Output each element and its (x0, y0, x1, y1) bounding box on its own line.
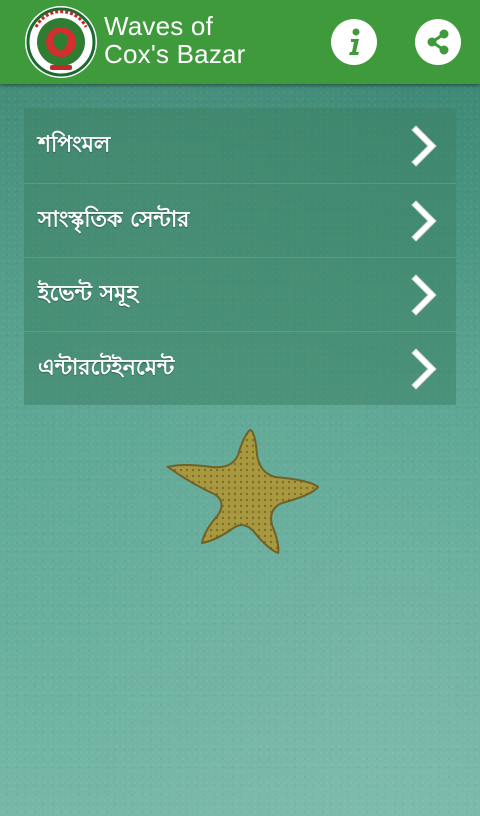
info-button[interactable] (331, 19, 377, 65)
menu-item-cultural-center[interactable]: সাংস্কৃতিক সেন্টার (24, 183, 456, 257)
menu-item-events[interactable]: ইভেন্ট সমূহ (24, 257, 456, 331)
app-title: Waves of Cox's Bazar (104, 12, 246, 68)
category-menu: শপিংমল সাংস্কৃতিক সেন্টার ইভেন্ট সমূহ এন… (24, 108, 456, 405)
menu-item-label: সাংস্কৃতিক সেন্টার (38, 207, 190, 232)
menu-item-entertainment[interactable]: এন্টারটেইনমেন্ট (24, 331, 456, 405)
menu-item-label: ইভেন্ট সমূহ (38, 281, 138, 306)
menu-item-label: শপিংমল (38, 132, 111, 157)
app-title-line1: Waves of (104, 11, 214, 41)
government-seal-logo (25, 6, 97, 78)
chevron-right-icon (411, 347, 437, 390)
info-icon (349, 28, 360, 55)
menu-item-label: এন্টারটেইনমেন্ট (38, 355, 175, 380)
chevron-right-icon (411, 199, 437, 242)
app-title-line2: Cox's Bazar (104, 39, 246, 69)
starfish-image (165, 428, 320, 555)
app-bar: Waves of Cox's Bazar (0, 0, 480, 84)
chevron-right-icon (411, 273, 437, 316)
share-button[interactable] (415, 19, 461, 65)
menu-item-shopping-mall[interactable]: শপিংমল (24, 108, 456, 183)
share-icon (427, 29, 449, 55)
chevron-right-icon (411, 124, 437, 167)
